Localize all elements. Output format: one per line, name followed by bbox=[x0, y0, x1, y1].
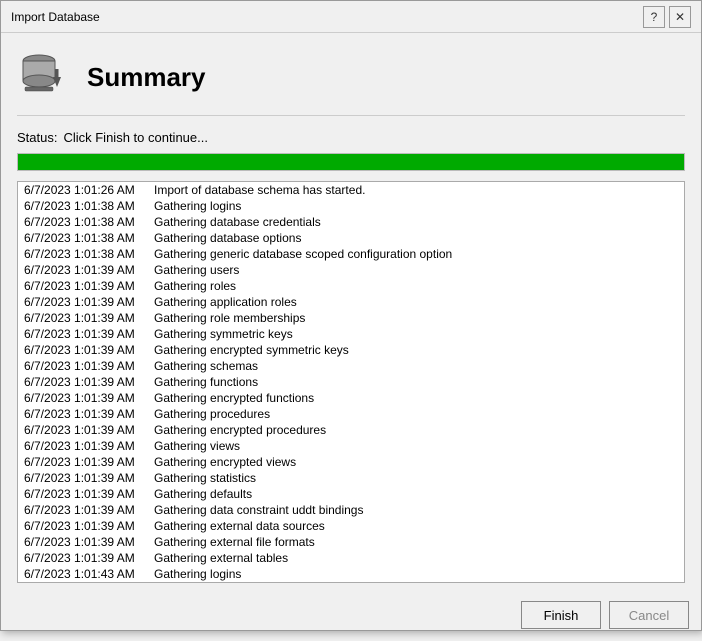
header-section: Summary bbox=[17, 49, 685, 116]
page-title: Summary bbox=[87, 62, 206, 93]
log-message: Gathering role memberships bbox=[148, 310, 684, 326]
log-timestamp: 6/7/2023 1:01:39 AM bbox=[18, 278, 148, 294]
log-timestamp: 6/7/2023 1:01:38 AM bbox=[18, 214, 148, 230]
log-timestamp: 6/7/2023 1:01:39 AM bbox=[18, 374, 148, 390]
log-timestamp: 6/7/2023 1:01:39 AM bbox=[18, 502, 148, 518]
log-container[interactable]: 6/7/2023 1:01:26 AMImport of database sc… bbox=[17, 181, 685, 583]
log-timestamp: 6/7/2023 1:01:39 AM bbox=[18, 550, 148, 566]
log-timestamp: 6/7/2023 1:01:26 AM bbox=[18, 182, 148, 198]
log-message: Gathering schemas bbox=[148, 358, 684, 374]
log-message: Gathering defaults bbox=[148, 486, 684, 502]
log-row: 6/7/2023 1:01:39 AMGathering roles bbox=[18, 278, 684, 294]
close-button[interactable]: ✕ bbox=[669, 6, 691, 28]
log-message: Gathering external file formats bbox=[148, 534, 684, 550]
log-timestamp: 6/7/2023 1:01:39 AM bbox=[18, 438, 148, 454]
status-label: Status: bbox=[17, 130, 57, 145]
log-message: Gathering users bbox=[148, 262, 684, 278]
status-bar: Status: Click Finish to continue... bbox=[17, 130, 685, 145]
log-timestamp: 6/7/2023 1:01:39 AM bbox=[18, 262, 148, 278]
log-message: Import of database schema has started. bbox=[148, 182, 684, 198]
log-table: 6/7/2023 1:01:26 AMImport of database sc… bbox=[18, 182, 684, 582]
help-button[interactable]: ? bbox=[643, 6, 665, 28]
log-timestamp: 6/7/2023 1:01:39 AM bbox=[18, 486, 148, 502]
dialog-title: Import Database bbox=[11, 10, 100, 24]
log-timestamp: 6/7/2023 1:01:39 AM bbox=[18, 518, 148, 534]
log-message: Gathering generic database scoped config… bbox=[148, 246, 684, 262]
log-timestamp: 6/7/2023 1:01:39 AM bbox=[18, 470, 148, 486]
log-message: Gathering logins bbox=[148, 566, 684, 582]
log-timestamp: 6/7/2023 1:01:39 AM bbox=[18, 342, 148, 358]
log-message: Gathering encrypted functions bbox=[148, 390, 684, 406]
log-message: Gathering application roles bbox=[148, 294, 684, 310]
log-row: 6/7/2023 1:01:39 AMGathering users bbox=[18, 262, 684, 278]
log-timestamp: 6/7/2023 1:01:39 AM bbox=[18, 406, 148, 422]
progress-bar-fill bbox=[18, 154, 684, 170]
log-row: 6/7/2023 1:01:39 AMGathering encrypted p… bbox=[18, 422, 684, 438]
log-row: 6/7/2023 1:01:39 AMGathering symmetric k… bbox=[18, 326, 684, 342]
log-row: 6/7/2023 1:01:39 AMGathering encrypted f… bbox=[18, 390, 684, 406]
log-row: 6/7/2023 1:01:39 AMGathering views bbox=[18, 438, 684, 454]
log-row: 6/7/2023 1:01:39 AMGathering role member… bbox=[18, 310, 684, 326]
log-row: 6/7/2023 1:01:39 AMGathering procedures bbox=[18, 406, 684, 422]
cancel-button[interactable]: Cancel bbox=[609, 601, 689, 629]
log-row: 6/7/2023 1:01:39 AMGathering external da… bbox=[18, 518, 684, 534]
log-message: Gathering external tables bbox=[148, 550, 684, 566]
title-bar-buttons: ? ✕ bbox=[643, 6, 691, 28]
log-message: Gathering encrypted procedures bbox=[148, 422, 684, 438]
log-timestamp: 6/7/2023 1:01:38 AM bbox=[18, 198, 148, 214]
log-row: 6/7/2023 1:01:39 AMGathering schemas bbox=[18, 358, 684, 374]
log-row: 6/7/2023 1:01:38 AMGathering database cr… bbox=[18, 214, 684, 230]
log-timestamp: 6/7/2023 1:01:39 AM bbox=[18, 294, 148, 310]
log-row: 6/7/2023 1:01:43 AMGathering logins bbox=[18, 566, 684, 582]
log-timestamp: 6/7/2023 1:01:38 AM bbox=[18, 246, 148, 262]
status-text: Click Finish to continue... bbox=[63, 130, 208, 145]
log-row: 6/7/2023 1:01:39 AMGathering data constr… bbox=[18, 502, 684, 518]
log-row: 6/7/2023 1:01:39 AMGathering statistics bbox=[18, 470, 684, 486]
log-timestamp: 6/7/2023 1:01:43 AM bbox=[18, 566, 148, 582]
footer: Finish Cancel bbox=[1, 591, 701, 641]
log-message: Gathering functions bbox=[148, 374, 684, 390]
log-message: Gathering roles bbox=[148, 278, 684, 294]
log-row: 6/7/2023 1:01:39 AMGathering encrypted v… bbox=[18, 454, 684, 470]
log-timestamp: 6/7/2023 1:01:39 AM bbox=[18, 390, 148, 406]
log-message: Gathering encrypted views bbox=[148, 454, 684, 470]
dialog-content: Summary Status: Click Finish to continue… bbox=[1, 33, 701, 591]
log-timestamp: 6/7/2023 1:01:39 AM bbox=[18, 358, 148, 374]
log-message: Gathering external data sources bbox=[148, 518, 684, 534]
log-timestamp: 6/7/2023 1:01:39 AM bbox=[18, 454, 148, 470]
log-message: Gathering encrypted symmetric keys bbox=[148, 342, 684, 358]
log-message: Gathering data constraint uddt bindings bbox=[148, 502, 684, 518]
log-row: 6/7/2023 1:01:39 AMGathering external ta… bbox=[18, 550, 684, 566]
log-message: Gathering symmetric keys bbox=[148, 326, 684, 342]
header-icon bbox=[17, 49, 73, 105]
log-row: 6/7/2023 1:01:38 AMGathering database op… bbox=[18, 230, 684, 246]
log-timestamp: 6/7/2023 1:01:39 AM bbox=[18, 310, 148, 326]
log-row: 6/7/2023 1:01:39 AMGathering defaults bbox=[18, 486, 684, 502]
log-message: Gathering statistics bbox=[148, 470, 684, 486]
log-row: 6/7/2023 1:01:38 AMGathering logins bbox=[18, 198, 684, 214]
finish-button[interactable]: Finish bbox=[521, 601, 601, 629]
progress-bar-container bbox=[17, 153, 685, 171]
log-timestamp: 6/7/2023 1:01:38 AM bbox=[18, 230, 148, 246]
log-message: Gathering views bbox=[148, 438, 684, 454]
log-row: 6/7/2023 1:01:39 AMGathering application… bbox=[18, 294, 684, 310]
log-row: 6/7/2023 1:01:39 AMGathering encrypted s… bbox=[18, 342, 684, 358]
log-message: Gathering logins bbox=[148, 198, 684, 214]
log-row: 6/7/2023 1:01:38 AMGathering generic dat… bbox=[18, 246, 684, 262]
log-timestamp: 6/7/2023 1:01:39 AM bbox=[18, 534, 148, 550]
title-bar: Import Database ? ✕ bbox=[1, 1, 701, 33]
log-message: Gathering database credentials bbox=[148, 214, 684, 230]
log-timestamp: 6/7/2023 1:01:39 AM bbox=[18, 422, 148, 438]
log-timestamp: 6/7/2023 1:01:39 AM bbox=[18, 326, 148, 342]
log-message: Gathering database options bbox=[148, 230, 684, 246]
log-row: 6/7/2023 1:01:26 AMImport of database sc… bbox=[18, 182, 684, 198]
import-database-dialog: Import Database ? ✕ bbox=[0, 0, 702, 631]
log-row: 6/7/2023 1:01:39 AMGathering external fi… bbox=[18, 534, 684, 550]
log-row: 6/7/2023 1:01:39 AMGathering functions bbox=[18, 374, 684, 390]
log-message: Gathering procedures bbox=[148, 406, 684, 422]
